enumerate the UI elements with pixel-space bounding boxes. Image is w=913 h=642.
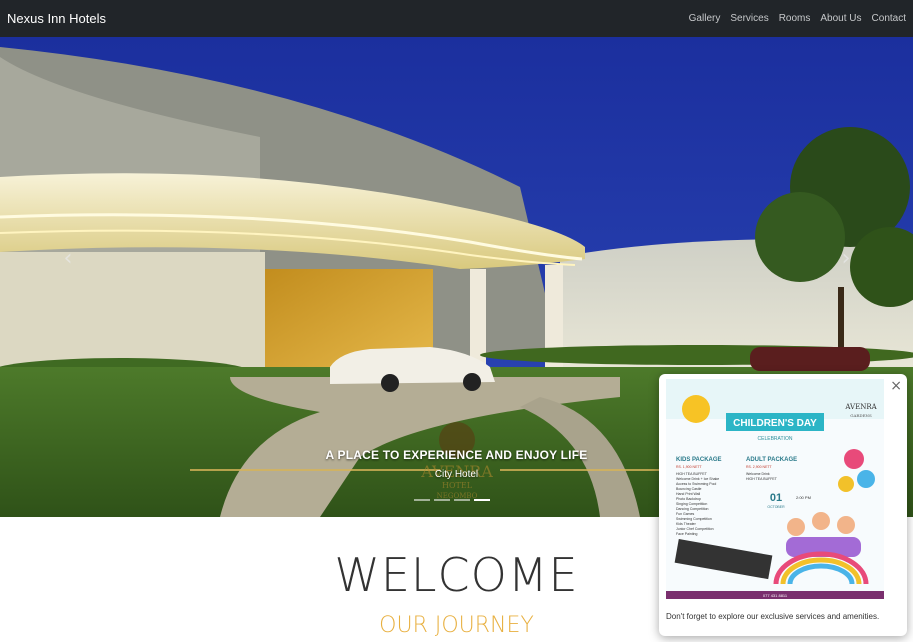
adult-item: HIGH TEA BUFFET xyxy=(746,477,778,481)
kids-item: Welcome Drink + Ice Shake xyxy=(676,477,719,481)
adult-item: Welcome Drink xyxy=(746,472,770,476)
poster-brand-sub: GARDENS xyxy=(850,413,872,418)
kids-item: Face Painting xyxy=(676,532,697,536)
chevron-right-icon[interactable]: › xyxy=(834,247,858,271)
carousel-indicator-1[interactable] xyxy=(414,499,430,501)
poster-title: CHILDREN'S DAY xyxy=(733,418,817,429)
poster-title-sub: CELEBRATION xyxy=(758,436,793,442)
poster-phone: 077 431 8811 xyxy=(763,593,788,598)
kids-package-price: RS. 1,900 NETT xyxy=(676,465,703,469)
nav-link-contact[interactable]: Contact xyxy=(872,13,906,24)
kids-item: Photo Backdrop xyxy=(676,497,701,501)
kids-item: Swimming Competition xyxy=(676,517,712,521)
carousel-indicator-3[interactable] xyxy=(454,499,470,501)
kids-item: Junior Chef Competition xyxy=(676,527,714,531)
kids-item: Bouncing Castle xyxy=(676,487,702,491)
carousel-indicator-2[interactable] xyxy=(434,499,450,501)
kids-item: Hand Print Wall xyxy=(676,492,700,496)
kids-item: Dancing Competition xyxy=(676,507,709,511)
brand-link[interactable]: Nexus Inn Hotels xyxy=(7,11,106,26)
kids-item: Kids Theater xyxy=(676,522,697,526)
carousel-indicator-4[interactable] xyxy=(474,499,490,501)
poster-time: 2:00 PM xyxy=(796,495,811,500)
close-icon[interactable]: × xyxy=(890,378,902,394)
poster-date-month: OCTOBER xyxy=(767,505,785,509)
kids-item: Fun Games xyxy=(676,512,695,516)
nav-link-rooms[interactable]: Rooms xyxy=(779,13,811,24)
logo-sub: HOTEL xyxy=(442,481,473,490)
kids-package-title: KIDS PACKAGE xyxy=(676,457,722,463)
adult-package-title: ADULT PACKAGE xyxy=(746,457,797,463)
poster-date-day: 01 xyxy=(770,492,782,504)
popup-message: Don't forget to explore our exclusive se… xyxy=(666,612,880,621)
nav-link-gallery[interactable]: Gallery xyxy=(689,13,721,24)
nav-link-about-us[interactable]: About Us xyxy=(820,13,861,24)
top-navbar: Nexus Inn Hotels Gallery Services Rooms … xyxy=(0,0,913,37)
adult-package-price: RS. 2,900 NETT xyxy=(746,465,773,469)
nav-links: Gallery Services Rooms About Us Contact xyxy=(689,13,906,24)
poster-brand: AVENRA xyxy=(844,403,877,411)
promo-popup: × CHILDREN'S DAY CELEBRATION AVENRA GARD… xyxy=(659,374,907,636)
kids-item: Singing Competition xyxy=(676,502,707,506)
carousel-indicators xyxy=(414,499,490,501)
childrens-day-poster: CHILDREN'S DAY CELEBRATION AVENRA GARDEN… xyxy=(666,379,884,599)
kids-item: HIGH TEA BUFFET xyxy=(676,472,708,476)
kids-item: Access to Swimming Pool xyxy=(676,482,716,486)
nav-link-services[interactable]: Services xyxy=(730,13,768,24)
chevron-left-icon[interactable]: ‹ xyxy=(56,247,80,271)
